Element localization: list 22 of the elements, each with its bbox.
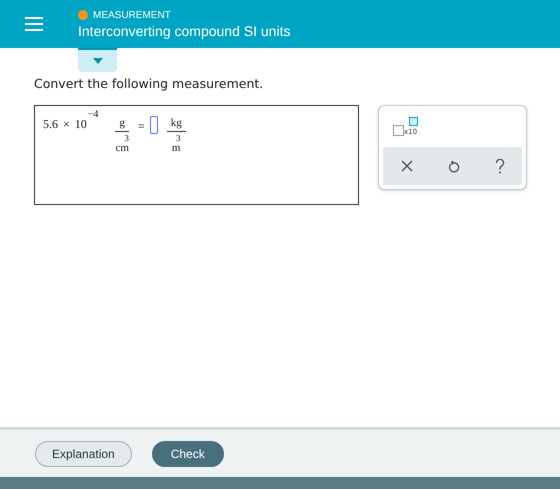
math-text: 3 (124, 134, 129, 143)
math-text: = (138, 120, 145, 132)
caret-icon (92, 58, 102, 64)
math-text: 10 (74, 118, 87, 130)
math-text: kg (170, 118, 183, 131)
question-prompt: Convert the following measurement. (34, 76, 264, 91)
math-text: 5.6 (43, 118, 58, 130)
math-text: × (63, 118, 70, 130)
topic-title: Interconverting compound SI units (78, 22, 290, 38)
menu-icon[interactable] (24, 16, 44, 32)
math-text: m (172, 143, 180, 154)
input-field[interactable] (150, 116, 158, 134)
close-button[interactable] (398, 158, 414, 174)
topic-category: MEASUREMENT (93, 10, 171, 20)
status-dot (78, 10, 88, 20)
math-text: cm (115, 143, 129, 154)
math-text: g (118, 118, 126, 131)
check-button[interactable]: Check (152, 440, 224, 466)
expand-tab[interactable] (78, 48, 117, 72)
math-text: 3 (176, 134, 180, 143)
explanation-button[interactable]: Explanation (35, 440, 132, 466)
math-text: −4 (88, 109, 98, 120)
